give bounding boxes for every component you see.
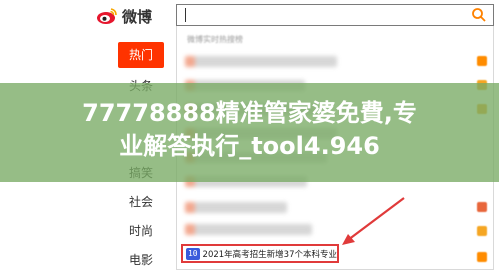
- list-item[interactable]: [185, 202, 287, 213]
- hot-badge: [477, 226, 487, 236]
- highlighted-suggestion[interactable]: 10 2021年高考招生新增37个本科专业: [181, 244, 339, 263]
- nav-item-movie[interactable]: 电影: [118, 246, 164, 270]
- hot-badge: [477, 252, 487, 262]
- list-item[interactable]: [185, 224, 312, 235]
- list-item[interactable]: [185, 56, 337, 67]
- nav-item-hot[interactable]: 热门: [118, 42, 164, 68]
- logo-text: 微博: [122, 7, 153, 26]
- search-icon[interactable]: [471, 7, 487, 23]
- hot-badge: [477, 202, 487, 212]
- search-input[interactable]: [176, 4, 494, 26]
- hot-badge: [477, 56, 487, 66]
- rank-badge: 10: [186, 247, 200, 260]
- annotation-arrow-icon: [342, 197, 405, 245]
- overlay-line-1: 77778888精准管家婆免費,专: [82, 99, 417, 127]
- nav-item-society[interactable]: 社会: [118, 188, 164, 217]
- suggestion-text: 2021年高考招生新增37个本科专业: [202, 249, 337, 260]
- nav-item-fashion[interactable]: 时尚: [118, 217, 164, 246]
- overlay-line-2: 业解答执行_tool4.946: [119, 132, 380, 160]
- weibo-logo[interactable]: 微博: [96, 4, 152, 28]
- text-cursor: [185, 8, 186, 22]
- dropdown-header: 微博实时热搜榜: [187, 35, 243, 44]
- weibo-eye-icon: [96, 7, 118, 25]
- overlay-title: 77778888精准管家婆免費,专 业解答执行_tool4.946: [0, 97, 499, 163]
